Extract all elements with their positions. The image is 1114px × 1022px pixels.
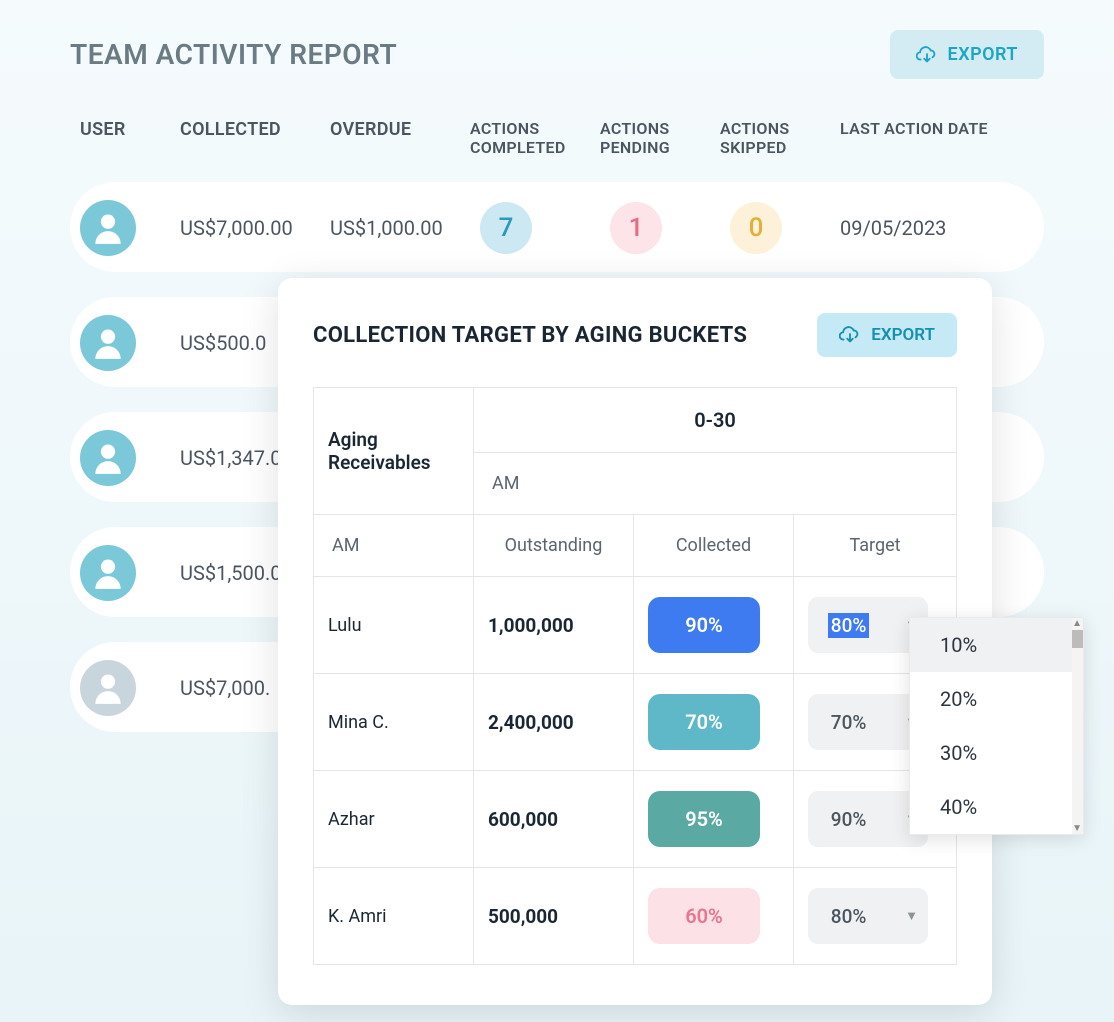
cell-outstanding: 500,000	[474, 868, 634, 965]
scrollbar[interactable]: ▲ ▼	[1072, 618, 1083, 834]
avatar	[80, 660, 136, 716]
col-actions-completed: ACTIONS COMPLETED	[470, 119, 600, 157]
target-value: 80%	[828, 613, 870, 638]
cell-am: Lulu	[314, 577, 474, 674]
scroll-thumb[interactable]	[1072, 630, 1083, 648]
collection-row: Azhar 600,000 95% 90% ▼	[314, 771, 957, 868]
th-collected: Collected	[634, 515, 794, 577]
col-user: USER	[80, 119, 180, 157]
col-actions-pending: ACTIONS PENDING	[600, 119, 720, 157]
avatar	[80, 430, 136, 486]
chevron-down-icon: ▼	[905, 908, 928, 924]
person-icon	[89, 669, 127, 707]
th-am: AM	[314, 515, 474, 577]
cell-overdue: US$1,000.00	[330, 216, 470, 240]
th-bucket: 0-30	[474, 388, 957, 453]
modal-title: COLLECTION TARGET BY AGING BUCKETS	[313, 323, 747, 348]
col-last-action-date: LAST ACTION DATE	[840, 119, 1000, 157]
badge-actions-completed: 7	[480, 202, 532, 254]
target-dropdown: 10% 20% 30% 40% ▲ ▼	[909, 617, 1084, 835]
cell-outstanding: 1,000,000	[474, 577, 634, 674]
th-target: Target	[794, 515, 957, 577]
cell-am: Mina C.	[314, 674, 474, 771]
target-value: 90%	[808, 808, 889, 831]
export-button[interactable]: EXPORT	[890, 30, 1044, 79]
dropdown-option[interactable]: 20%	[910, 672, 1083, 726]
table-headers: USER COLLECTED OVERDUE ACTIONS COMPLETED…	[70, 119, 1044, 157]
th-outstanding: Outstanding	[474, 515, 634, 577]
page-title: TEAM ACTIVITY REPORT	[70, 38, 397, 71]
scroll-down-icon[interactable]: ▼	[1072, 823, 1082, 834]
cell-collected: 70%	[634, 674, 794, 771]
export-label: EXPORT	[948, 44, 1018, 65]
cell-am: Azhar	[314, 771, 474, 868]
target-select[interactable]: 80% ▼	[808, 888, 928, 944]
collection-target-table-body: AM Outstanding Collected Target Lulu 1,0…	[313, 514, 957, 965]
collection-row: Lulu 1,000,000 90% 80% ▼	[314, 577, 957, 674]
collected-pill: 70%	[648, 694, 760, 750]
col-collected: COLLECTED	[180, 119, 330, 157]
dropdown-option[interactable]: 10%	[910, 618, 1083, 672]
dropdown-option[interactable]: 40%	[910, 780, 1083, 834]
avatar	[80, 200, 136, 256]
cell-last-action-date: 09/05/2023	[840, 216, 1000, 240]
collection-row: Mina C. 2,400,000 70% 70% ▼	[314, 674, 957, 771]
collected-pill: 60%	[648, 888, 760, 944]
th-aging-receivables: Aging Receivables	[314, 388, 474, 515]
cloud-download-icon	[916, 46, 938, 64]
target-value: 70%	[808, 711, 889, 734]
target-value: 80%	[808, 905, 889, 928]
cell-collected: 95%	[634, 771, 794, 868]
table-row[interactable]: US$7,000.00 US$1,000.00 7 1 0 09/05/2023	[70, 182, 1044, 272]
person-icon	[89, 554, 127, 592]
th-am: AM	[474, 453, 957, 515]
modal-export-button[interactable]: EXPORT	[817, 313, 957, 357]
col-actions-skipped: ACTIONS SKIPPED	[720, 119, 840, 157]
person-icon	[89, 439, 127, 477]
cell-outstanding: 600,000	[474, 771, 634, 868]
collected-pill: 90%	[648, 597, 760, 653]
cell-collected: 60%	[634, 868, 794, 965]
cloud-download-icon	[839, 326, 861, 344]
cell-collected: 90%	[634, 577, 794, 674]
cell-am: K. Amri	[314, 868, 474, 965]
person-icon	[89, 209, 127, 247]
col-overdue: OVERDUE	[330, 119, 470, 157]
cell-collected: US$7,000.00	[180, 216, 330, 240]
modal-export-label: EXPORT	[871, 325, 935, 345]
avatar	[80, 315, 136, 371]
badge-actions-pending: 1	[610, 202, 662, 254]
collection-target-table: Aging Receivables 0-30 AM	[313, 387, 957, 515]
cell-outstanding: 2,400,000	[474, 674, 634, 771]
collection-row: K. Amri 500,000 60% 80% ▼	[314, 868, 957, 965]
collection-target-modal: COLLECTION TARGET BY AGING BUCKETS EXPOR…	[278, 278, 992, 1005]
avatar	[80, 545, 136, 601]
collected-pill: 95%	[648, 791, 760, 847]
badge-actions-skipped: 0	[730, 202, 782, 254]
scroll-up-icon[interactable]: ▲	[1072, 618, 1082, 629]
person-icon	[89, 324, 127, 362]
dropdown-option[interactable]: 30%	[910, 726, 1083, 780]
